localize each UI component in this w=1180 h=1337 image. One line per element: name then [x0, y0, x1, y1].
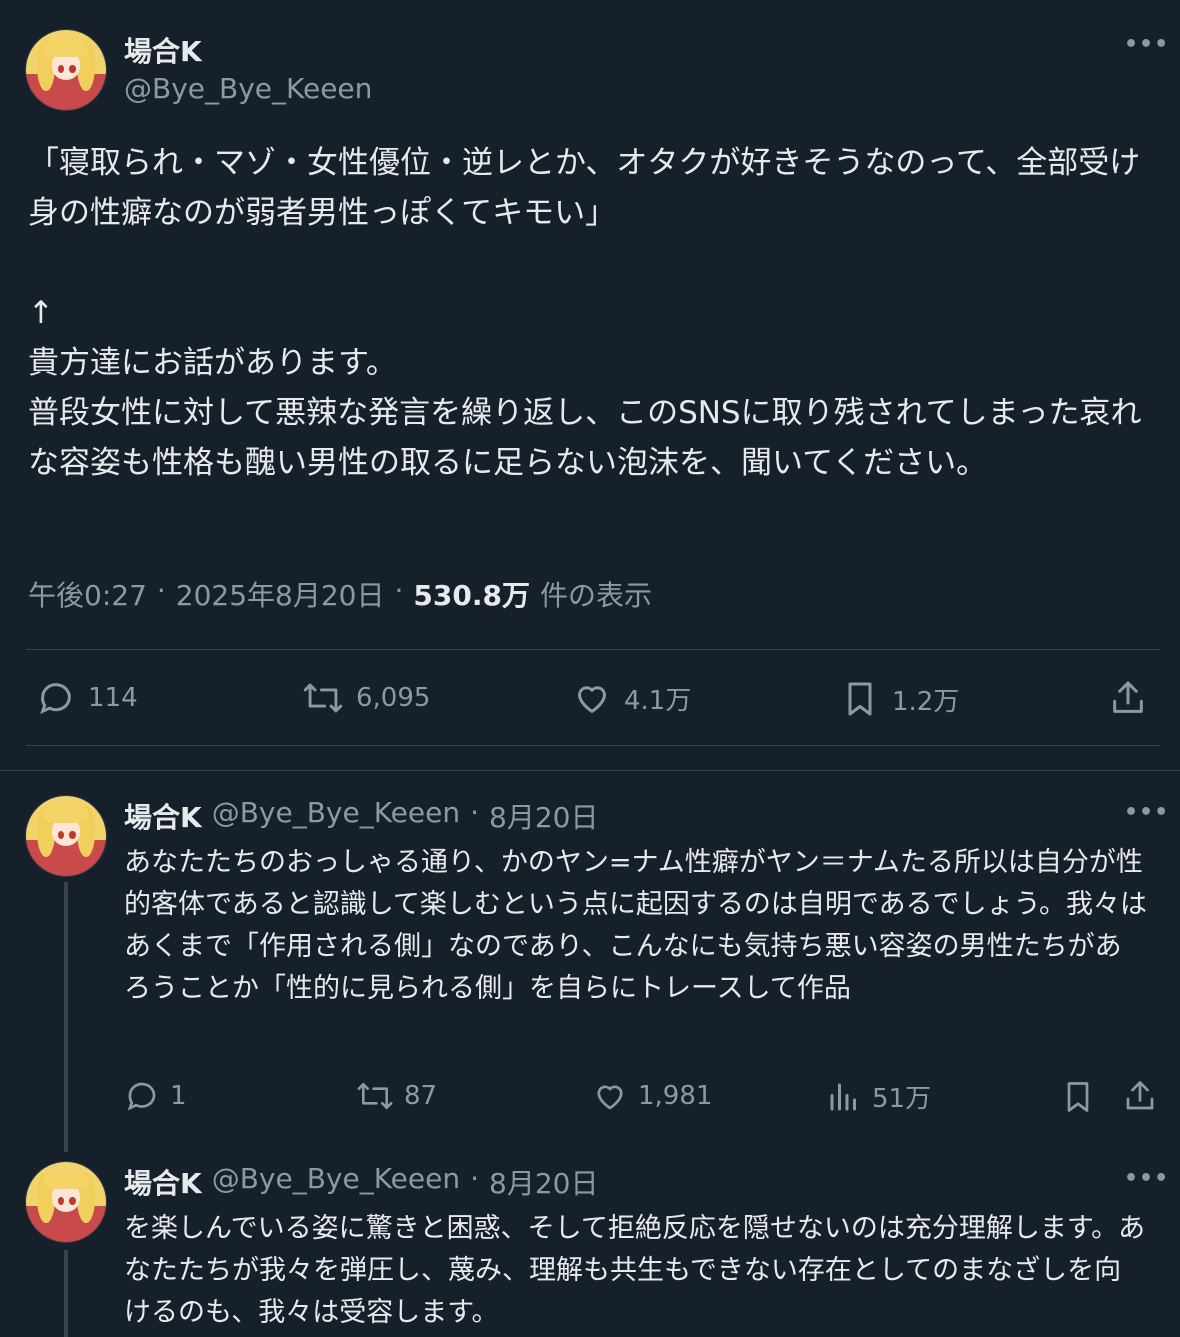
avatar[interactable] — [26, 796, 106, 876]
views-count: 51万 — [872, 1084, 932, 1114]
views-icon — [826, 1079, 862, 1115]
share-icon — [1122, 1078, 1158, 1114]
like-count: 4.1万 — [624, 685, 692, 716]
like-icon — [592, 1078, 628, 1114]
reply-button[interactable]: 114 — [36, 678, 138, 718]
retweet-icon — [356, 1078, 394, 1114]
author-handle[interactable]: @Bye_Bye_Keeen — [212, 796, 460, 836]
tweet-text: 「寝取られ・マゾ・女性優位・逆レとか、オタクが好きそうなのって、全部受け身の性癖… — [28, 145, 1142, 481]
author-handle[interactable]: @Bye_Bye_Keeen — [124, 72, 372, 105]
avatar[interactable] — [26, 1162, 106, 1242]
author-name[interactable]: 場合K — [124, 796, 202, 836]
views-label: 件の表示 — [539, 579, 652, 612]
views-button[interactable]: 51万 — [826, 1078, 931, 1115]
separator: · — [156, 574, 166, 607]
reply-header: 場合K @Bye_Bye_Keeen · 8月20日 — [124, 796, 598, 836]
retweet-button[interactable]: 6,095 — [302, 678, 430, 718]
separator: · — [470, 1162, 480, 1195]
reply-text: あなたたちのおっしゃる通り、かのヤン=ナム性癖がヤン＝ナムたる所以は自分が性的客… — [124, 847, 1148, 1004]
reply-icon — [124, 1078, 160, 1114]
divider — [0, 770, 1180, 771]
more-icon[interactable]: ••• — [1124, 800, 1169, 825]
reply-button[interactable]: 1 — [124, 1078, 187, 1114]
separator: · — [394, 574, 404, 607]
share-button[interactable] — [1108, 678, 1148, 718]
share-icon — [1108, 678, 1148, 718]
reply-text: を楽しんでいる姿に驚きと困惑、そして拒絶反応を隠せないのは充分理解します。あなた… — [124, 1213, 1146, 1328]
thread-line — [64, 1250, 68, 1337]
more-icon[interactable]: ••• — [1124, 1166, 1169, 1191]
divider — [26, 649, 1160, 650]
thread-line — [64, 882, 68, 1152]
views-count: 530.8万 — [413, 579, 530, 612]
divider — [26, 745, 1160, 746]
retweet-count: 87 — [404, 1081, 438, 1111]
author-handle[interactable]: @Bye_Bye_Keeen — [212, 1162, 460, 1202]
reply-date[interactable]: 8月20日 — [489, 796, 598, 836]
tweet-meta: 午後0:27 · 2025年8月20日 · 530.8万 件の表示 — [28, 574, 652, 614]
more-icon[interactable]: ••• — [1124, 32, 1169, 57]
retweet-icon — [302, 678, 344, 718]
bookmark-button[interactable] — [1060, 1078, 1096, 1116]
share-button[interactable] — [1122, 1078, 1158, 1114]
reply-icon — [36, 678, 76, 718]
reply-count: 114 — [88, 683, 138, 713]
bookmark-button[interactable]: 1.2万 — [840, 678, 959, 720]
bookmark-icon — [840, 678, 880, 720]
author-name[interactable]: 場合K — [124, 1162, 202, 1202]
bookmark-icon — [1060, 1078, 1096, 1116]
like-button[interactable]: 1,981 — [592, 1078, 712, 1114]
author-name[interactable]: 場合K — [124, 30, 202, 70]
avatar[interactable] — [26, 30, 106, 110]
tweet-date[interactable]: 2025年8月20日 — [176, 574, 385, 614]
tweet-time[interactable]: 午後0:27 — [28, 574, 147, 614]
like-count: 1,981 — [638, 1081, 713, 1111]
like-button[interactable]: 4.1万 — [572, 678, 691, 718]
separator: · — [470, 796, 480, 829]
reply-header: 場合K @Bye_Bye_Keeen · 8月20日 — [124, 1162, 598, 1202]
retweet-button[interactable]: 87 — [356, 1078, 437, 1114]
reply-date[interactable]: 8月20日 — [489, 1162, 598, 1202]
like-icon — [572, 678, 612, 718]
reply-count: 1 — [170, 1081, 187, 1111]
retweet-count: 6,095 — [356, 683, 431, 713]
bookmark-count: 1.2万 — [892, 686, 960, 717]
